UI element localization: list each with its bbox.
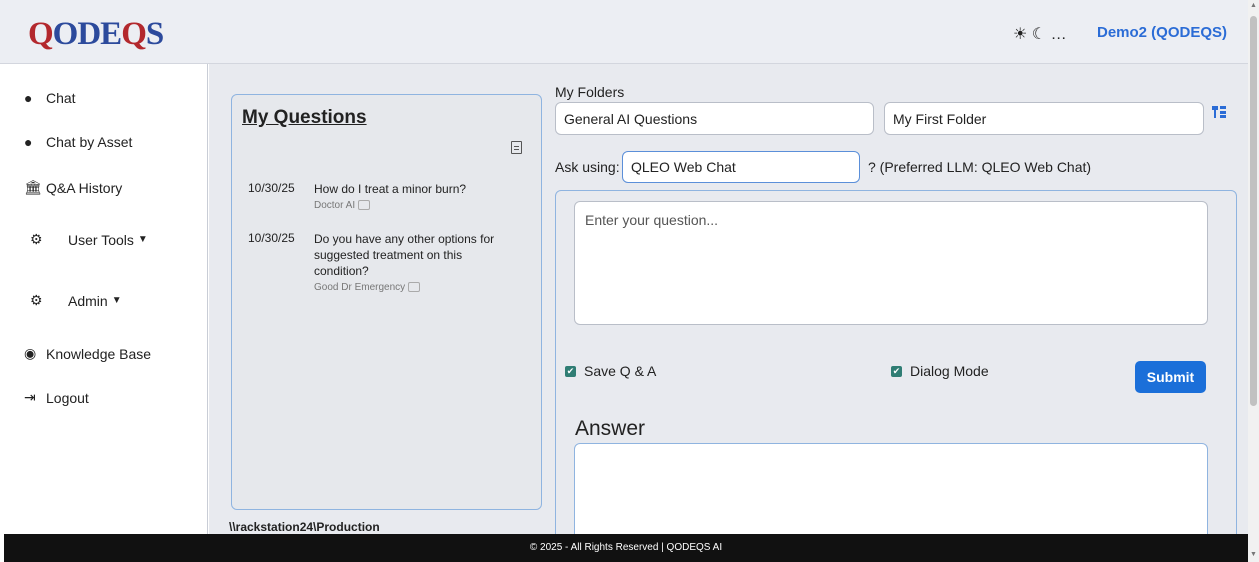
- save-qa-checkbox[interactable]: ✔ Save Q & A: [565, 363, 656, 379]
- sidebar-item-label: Q&A History: [46, 179, 123, 196]
- question-source: Doctor AI: [314, 198, 514, 214]
- scroll-down-icon[interactable]: ▼: [1250, 551, 1257, 558]
- folder-tree-icon[interactable]: [1212, 106, 1226, 118]
- my-folders-label: My Folders: [555, 84, 625, 100]
- sidebar-item-label: Chat by Asset: [46, 134, 133, 150]
- answer-output[interactable]: [574, 443, 1208, 543]
- question-date: 10/30/25: [248, 181, 295, 195]
- top-header: QODEQS ☀ ☾ … Demo2 (QODEQS): [0, 0, 1248, 64]
- ask-panel: Enter your question... ✔ Save Q & A ✔ Di…: [555, 190, 1237, 543]
- scroll-up-icon[interactable]: ▲: [1250, 2, 1257, 9]
- qodeqs-logo[interactable]: QODEQS: [28, 16, 164, 53]
- chevron-down-icon: ▼: [111, 295, 122, 306]
- question-source: Good Dr Emergency: [314, 280, 514, 296]
- chevron-down-icon: ▼: [137, 234, 148, 245]
- share-icon: [358, 200, 371, 211]
- main-content: My Questions 10/30/25 How do I treat a m…: [209, 64, 1248, 543]
- user-menu[interactable]: Demo2 (QODEQS): [1097, 24, 1227, 41]
- sidebar-item-user-tools[interactable]: ⚙ User Tools ▼: [30, 231, 148, 248]
- llm-select[interactable]: QLEO Web Chat: [622, 151, 860, 183]
- folder-select-2[interactable]: My First Folder: [884, 102, 1204, 135]
- ask-using-label: Ask using:: [555, 159, 620, 175]
- footer: © 2025 - All Rights Reserved | QODEQS AI: [4, 534, 1248, 562]
- dialog-mode-label: Dialog Mode: [910, 363, 989, 379]
- my-questions-title[interactable]: My Questions: [242, 107, 367, 129]
- logo-letters: ODE: [52, 16, 123, 52]
- sidebar-item-knowledge-base[interactable]: ◉ Knowledge Base: [24, 345, 151, 362]
- question-body: How do I treat a minor burn? Doctor AI: [314, 181, 514, 214]
- question-text: How do I treat a minor burn?: [314, 182, 467, 196]
- brain-icon: ◉: [24, 345, 37, 361]
- sidebar-item-chat[interactable]: ● Chat: [24, 90, 76, 106]
- sidebar-item-label: User Tools: [68, 231, 134, 248]
- sidebar: ● Chat ● Chat by Asset 🏛 Q&A History ⚙ U…: [4, 64, 208, 534]
- theme-toggle-icons[interactable]: ☀ ☾ …: [1013, 24, 1067, 44]
- logout-icon: ⇥: [24, 389, 36, 405]
- question-text: Do you have any other options for sugges…: [314, 232, 495, 278]
- logo-letter: S: [145, 16, 164, 52]
- scrollbar-thumb[interactable]: [1250, 16, 1257, 406]
- logo-letter: Q: [121, 16, 147, 52]
- logo-letter: Q: [28, 16, 54, 52]
- sidebar-item-label: Knowledge Base: [46, 345, 152, 362]
- submit-button[interactable]: Submit: [1135, 361, 1206, 393]
- chat-bubble-icon: ●: [24, 134, 33, 150]
- storage-path: \\rackstation24\Production: [229, 520, 380, 534]
- sidebar-item-label: Admin: [68, 292, 108, 309]
- sidebar-item-label: Chat: [46, 90, 76, 106]
- sidebar-item-chat-by-asset[interactable]: ● Chat by Asset: [24, 134, 132, 150]
- page-scrollbar[interactable]: ▲ ▼: [1248, 0, 1259, 562]
- sidebar-item-admin[interactable]: ⚙ Admin ▼: [30, 292, 122, 309]
- sidebar-item-logout[interactable]: ⇥ Logout: [24, 389, 89, 406]
- question-date: 10/30/25: [248, 231, 295, 245]
- source-label: Good Dr Emergency: [314, 282, 406, 293]
- preferred-llm-text: ? (Preferred LLM: QLEO Web Chat): [868, 159, 1092, 175]
- my-questions-panel: My Questions 10/30/25 How do I treat a m…: [231, 94, 542, 510]
- checkbox-checked-icon[interactable]: ✔: [891, 365, 902, 377]
- chat-bubble-icon: ●: [24, 90, 33, 106]
- sidebar-item-label: Logout: [46, 389, 89, 406]
- checkbox-checked-icon[interactable]: ✔: [565, 365, 576, 377]
- dialog-mode-checkbox[interactable]: ✔ Dialog Mode: [891, 363, 989, 379]
- gears-icon: ⚙: [30, 292, 43, 308]
- answer-heading: Answer: [575, 417, 646, 440]
- question-body: Do you have any other options for sugges…: [314, 231, 514, 296]
- question-input[interactable]: Enter your question...: [574, 201, 1208, 325]
- share-icon: [408, 282, 421, 293]
- bank-icon: 🏛: [24, 179, 42, 195]
- save-qa-label: Save Q & A: [584, 363, 657, 379]
- folder-select-1[interactable]: General AI Questions: [555, 102, 874, 135]
- document-icon[interactable]: [511, 141, 522, 154]
- gears-icon: ⚙: [30, 231, 43, 247]
- sidebar-item-qa-history[interactable]: 🏛 Q&A History: [24, 179, 122, 196]
- source-label: Doctor AI: [314, 200, 356, 211]
